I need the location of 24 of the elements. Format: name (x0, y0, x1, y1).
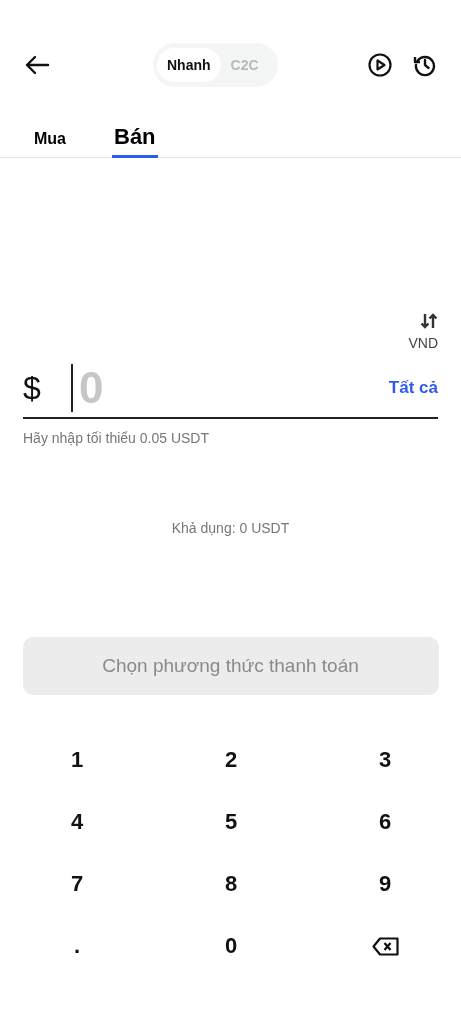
keypad-key[interactable]: . (47, 915, 107, 977)
available-balance: Khả dụng: 0 USDT (170, 520, 291, 536)
mode-option[interactable]: Nhanh (157, 48, 221, 82)
play-icon[interactable] (368, 53, 392, 77)
history-icon[interactable] (413, 53, 437, 77)
currency-label: VND (408, 335, 438, 351)
keypad-key[interactable]: 6 (355, 791, 415, 853)
back-icon[interactable] (24, 55, 50, 75)
max-link[interactable]: Tất cả (388, 378, 438, 398)
tab[interactable]: Mua (34, 118, 66, 158)
keypad-key[interactable]: 2 (201, 729, 261, 791)
currency-symbol: $ (23, 369, 42, 407)
backspace-icon[interactable] (371, 936, 399, 956)
keypad-key[interactable]: 1 (47, 729, 107, 791)
tab[interactable]: Bán (112, 118, 158, 158)
keypad-key[interactable]: 0 (201, 915, 261, 977)
keypad-key[interactable]: 3 (355, 729, 415, 791)
keypad-key[interactable]: 7 (47, 853, 107, 915)
keypad-key[interactable]: 4 (47, 791, 107, 853)
minimum-hint: Hãy nhập tối thiểu 0.05 USDT (23, 430, 210, 446)
keypad-key[interactable]: 8 (201, 853, 261, 915)
swap-icon[interactable] (420, 313, 438, 329)
keypad-key[interactable]: 5 (201, 791, 261, 853)
keypad-key[interactable]: 9 (355, 853, 415, 915)
